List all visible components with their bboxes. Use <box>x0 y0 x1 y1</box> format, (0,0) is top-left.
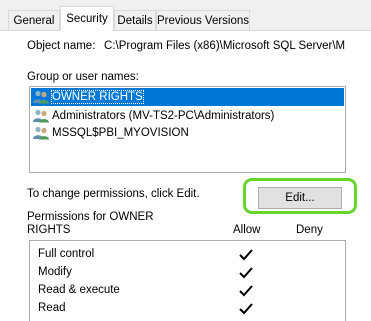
group-list[interactable]: OWNER RIGHTS Administrators (MV-TS2-PC\A… <box>29 86 346 173</box>
list-item[interactable]: OWNER RIGHTS <box>31 88 344 106</box>
permission-name: Read <box>38 302 66 314</box>
permission-name: Modify <box>38 266 72 278</box>
allow-check-icon <box>239 303 253 315</box>
tab-strip: General Security Details Previous Versio… <box>0 0 371 31</box>
permissions-list[interactable]: Full control Modify Read & execute Read <box>29 240 346 321</box>
tab-general[interactable]: General <box>8 10 60 30</box>
tab-label: General <box>13 14 55 27</box>
permission-name: Full control <box>38 248 95 260</box>
permission-row: Full control <box>38 245 94 263</box>
tab-security[interactable]: Security <box>60 6 114 31</box>
permission-row: Modify <box>38 263 72 281</box>
list-item[interactable]: Administrators (MV-TS2-PC\Administrators… <box>31 107 344 125</box>
tab-label: Security <box>66 13 108 25</box>
permission-name: Read & execute <box>38 284 120 296</box>
permission-row: Read & execute <box>38 281 120 299</box>
users-icon <box>33 90 49 104</box>
allow-check-icon <box>239 249 253 261</box>
tab-label: Details <box>117 14 153 27</box>
permissions-title-line2: RIGHTS <box>27 224 71 236</box>
object-name-value[interactable]: C:\Program Files (x86)\Microsoft SQL Ser… <box>104 40 345 52</box>
list-item-label: Administrators (MV-TS2-PC\Administrators… <box>52 110 275 122</box>
users-icon <box>33 126 49 140</box>
tab-details[interactable]: Details <box>114 10 156 30</box>
tab-previous-versions[interactable]: Previous Versions <box>156 10 250 30</box>
edit-button[interactable]: Edit... <box>258 187 342 209</box>
list-item[interactable]: MSSQL$PBI_MYOVISION <box>31 124 344 142</box>
list-item-label: OWNER RIGHTS <box>51 90 144 104</box>
list-item-label: MSSQL$PBI_MYOVISION <box>52 127 189 139</box>
permission-row: Read <box>38 299 66 317</box>
permissions-title-line1: Permissions for OWNER <box>27 211 154 223</box>
object-name-label: Object name: <box>27 40 96 52</box>
users-icon <box>33 109 49 123</box>
allow-check-icon <box>239 285 253 297</box>
change-permissions-hint: To change permissions, click Edit. <box>27 188 200 200</box>
deny-column-header: Deny <box>296 224 323 236</box>
tab-label: Previous Versions <box>156 14 250 27</box>
group-names-label: Group or user names: <box>27 71 139 83</box>
allow-check-icon <box>239 267 253 279</box>
allow-column-header: Allow <box>233 224 261 236</box>
